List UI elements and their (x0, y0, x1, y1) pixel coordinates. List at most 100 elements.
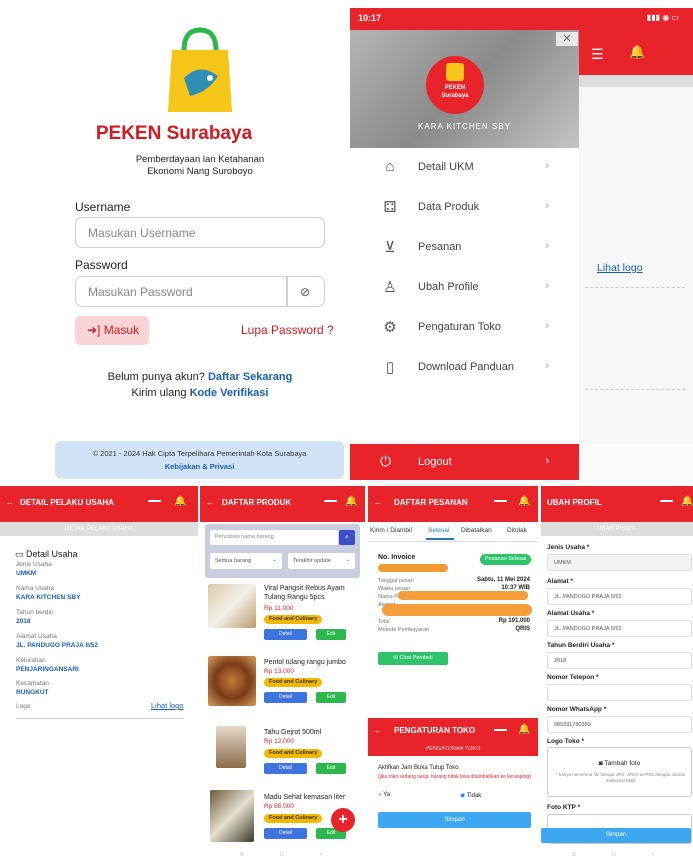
tab-ditolak[interactable]: Ditolak (507, 527, 527, 534)
bell-icon[interactable]: 🔔 (345, 496, 357, 507)
product-price: Rp 65.000 (264, 803, 294, 810)
edit-button[interactable]: Edit (316, 629, 346, 640)
tahun-field[interactable]: 2018 (547, 652, 692, 669)
menu-item-download-panduan[interactable]: ▯ Download Panduan › (350, 348, 579, 388)
product-price: Rp 12.000 (264, 738, 294, 745)
menu-item-pengaturan-toko[interactable]: ⚙ Pengaturan Toko › (350, 308, 579, 348)
filter-select-1[interactable]: Semua barang ⌄ (210, 553, 282, 569)
hamburger-icon[interactable] (148, 500, 161, 502)
setting-note: (jika toko sedang tutup, barang tidak bi… (378, 774, 531, 780)
drawer-logo-text-2: Surabaya (441, 93, 469, 99)
jenis-usaha-field[interactable]: UMKM (547, 554, 692, 571)
bell-icon[interactable]: 🔔 (518, 724, 530, 735)
username-input[interactable]: Masukan Username (75, 217, 325, 248)
filter-box: Pencarian nama barang ⌕ Semua barang ⌄ T… (205, 524, 360, 578)
tab-dibatalkan[interactable]: Dibatalkan (461, 527, 492, 534)
detail-button[interactable]: Detail (264, 763, 307, 774)
drawer-logo-text-1: PEKEN (444, 85, 466, 91)
tab-selesai[interactable]: Selesai (428, 527, 449, 534)
hamburger-icon[interactable] (660, 500, 673, 502)
lihat-logo-link[interactable]: Lihat logo (597, 262, 643, 274)
product-name: Pentol tulang rangu jumbo (264, 659, 346, 666)
ktp-label: Foto KTP * (547, 804, 581, 811)
register-link[interactable]: Daftar Sekarang (208, 371, 292, 383)
chevron-down-icon: ⌄ (272, 557, 277, 563)
hamburger-icon[interactable] (494, 729, 507, 731)
telepon-field[interactable] (547, 684, 692, 701)
whatsapp-field[interactable]: 085331780359 (547, 716, 692, 733)
menu-item-data-produk[interactable]: ⚃ Data Produk › (350, 188, 579, 228)
back-icon[interactable]: ‹ (652, 852, 654, 858)
edit-button[interactable]: Edit (316, 692, 346, 703)
add-product-fab[interactable]: + (331, 808, 355, 832)
search-button[interactable]: ⌕ (339, 530, 355, 545)
password-input[interactable]: Masukan Password (75, 276, 287, 307)
logout-button[interactable]: ⏻ Logout › (350, 444, 579, 480)
forgot-password-link[interactable]: Lupa Password ? (241, 323, 334, 337)
hamburger-icon[interactable] (494, 500, 507, 502)
radio-no[interactable]: ◉ Tidak (460, 792, 481, 799)
recents-icon[interactable]: ≡ (240, 852, 244, 858)
back-arrow-icon[interactable]: ← (374, 498, 382, 507)
file-icon: ▯ (385, 359, 395, 376)
chat-buyer-button[interactable]: ✉ Chat Pembeli (378, 652, 448, 665)
section-title: ▭ Detail Usaha (15, 549, 78, 560)
tagline-2: Ekonomi Nang Suroboyo (147, 166, 253, 177)
app-bar-behind: ☰ 🔔 (579, 30, 693, 75)
cart-icon: ⊻ (384, 239, 396, 256)
detail-button[interactable]: Detail (264, 692, 307, 703)
back-icon[interactable]: ‹ (320, 852, 322, 858)
factory-icon: ⌂ (385, 158, 395, 175)
privacy-link[interactable]: Kebijakan & Privasi (55, 462, 344, 471)
alamat-field[interactable]: JL. PANDUGO PRAJA II/52 (547, 588, 692, 605)
power-icon: ⏻ (380, 453, 392, 469)
edit-button[interactable]: Edit (316, 763, 346, 774)
detail-button[interactable]: Detail (264, 629, 307, 640)
bag-icon (446, 63, 464, 81)
login-button[interactable]: ➜] Masuk (75, 316, 149, 345)
back-arrow-icon[interactable]: ← (206, 498, 214, 507)
back-arrow-icon[interactable]: ← (374, 726, 382, 735)
bell-icon[interactable]: 🔔 (681, 496, 693, 507)
bell-icon[interactable]: 🔔 (518, 496, 530, 507)
chevron-right-icon: › (545, 360, 549, 372)
alamat-usaha-field[interactable]: JL. PANDUGO PRAJA II/52 (547, 620, 692, 637)
toggle-visibility-button[interactable]: ⊘ (287, 276, 325, 307)
field-value: UMKM (16, 570, 37, 577)
search-input[interactable]: Pencarian nama barang (210, 530, 338, 545)
menu-item-detail-ukm[interactable]: ⌂ Detail UKM › (350, 148, 579, 188)
menu-item-pesanan[interactable]: ⊻ Pesanan › (350, 228, 579, 268)
home-icon[interactable]: □ (280, 852, 284, 858)
produk-screen: ← DAFTAR PRODUK 🔔 Pencarian nama barang … (200, 486, 365, 861)
logo-upload-box[interactable]: ◙ Tambah foto * hanya menerima file beru… (547, 747, 692, 797)
detail-button[interactable]: Detail (264, 828, 307, 839)
field-value: KARA KITCHEN SBY (16, 594, 81, 601)
back-arrow-icon[interactable]: ← (6, 498, 14, 507)
logout-label: Logout (418, 456, 452, 468)
radio-no-label: Tidak (466, 793, 482, 799)
tab-kirim[interactable]: Kirim / Diambil (370, 527, 412, 534)
recents-icon[interactable]: ≡ (572, 852, 576, 858)
hamburger-icon[interactable] (324, 500, 337, 502)
field-label: Alamat Usaha (16, 633, 57, 640)
radio-yes[interactable]: ○ Ya (378, 792, 390, 798)
chevron-right-icon: › (545, 160, 549, 172)
status-badge: Pesanan Selesai (480, 554, 532, 565)
lihat-logo-link[interactable]: Lihat logo (151, 701, 184, 710)
field-label: Tahun Berdiri Usaha * (547, 642, 615, 649)
order-field-value: Sabtu, 11 Mei 2024 (476, 577, 530, 583)
save-button[interactable]: Simpan (378, 812, 531, 828)
save-button[interactable]: Simpan (541, 828, 691, 843)
chevron-right-icon: › (545, 240, 549, 252)
filter-select-2[interactable]: Terakhir update ⌄ (288, 553, 355, 569)
menu-item-ubah-profile[interactable]: ♙ Ubah Profile › (350, 268, 579, 308)
chevron-right-icon: › (545, 200, 549, 212)
app-bar: ← DAFTAR PRODUK 🔔 (200, 486, 365, 522)
close-button[interactable]: ✕ (556, 32, 578, 46)
bell-icon[interactable]: 🔔 (174, 496, 186, 507)
page-title: PENGATURAN TOKO (394, 726, 476, 735)
verify-code-link[interactable]: Kode Verifikasi (190, 387, 269, 399)
product-name: Tahu Gejrot 500ml (264, 729, 322, 736)
home-icon[interactable]: □ (612, 852, 616, 858)
order-field-value: QRIS (515, 626, 530, 632)
